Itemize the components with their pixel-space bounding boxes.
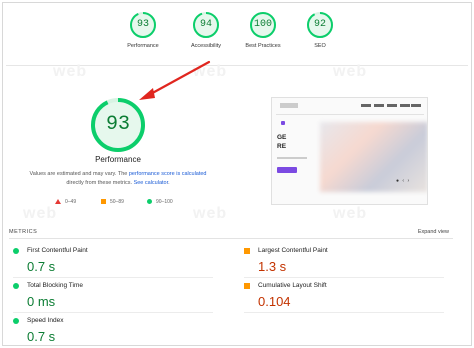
metric-value: 0.7 s [27,259,56,274]
score-performance[interactable]: 93 Performance [113,11,173,49]
legend-average: 50–89 [101,199,124,205]
score-legend: 0–49 50–89 90–100 [55,199,195,207]
page-screenshot-preview: GE RE ● ‹ › [271,97,428,205]
square-icon [101,199,106,205]
legend-label: 0–49 [65,199,77,205]
good-status-icon [13,283,19,289]
preview-heading: RE [277,143,287,150]
watermark: web [333,205,368,222]
score-summary: 93 Performance 94 Accessibility 100 Best… [113,11,363,61]
score-value: 94 [199,19,212,30]
metric-value: 0 ms [27,294,56,309]
preview-nav [361,104,421,108]
score-label: Best Practices [245,43,281,49]
watermark: web [53,63,88,80]
metrics-header: METRICS [9,229,38,235]
note-text: . [168,179,170,186]
pagespeed-report: 93 Performance 94 Accessibility 100 Best… [2,2,472,346]
divider [13,277,213,278]
preview-button [277,167,297,173]
circle-icon [147,199,152,205]
metric-name: Total Blocking Time [27,282,83,289]
see-calculator-link[interactable]: See calculator [134,180,169,186]
score-label: SEO [314,43,326,49]
score-value: 92 [313,19,326,30]
legend-label: 90–100 [156,199,173,205]
metric-value: 1.3 s [258,259,287,274]
note-text: directly from these metrics. [66,179,134,186]
score-seo[interactable]: 92 SEO [290,11,350,49]
divider [244,277,444,278]
preview-text-line [277,157,307,159]
metric-name: Speed Index [27,317,64,324]
performance-score-link[interactable]: performance score is calculated [129,171,207,177]
preview-logo [280,103,298,108]
score-value: 100 [253,19,272,30]
performance-title: Performance [95,155,141,164]
triangle-icon [55,199,61,205]
legend-label: 50–89 [110,199,124,205]
average-status-icon [244,248,250,254]
good-status-icon [13,318,19,324]
score-label: Performance [127,43,159,49]
expand-view-toggle[interactable]: Expand view [418,229,449,235]
watermark: web [333,63,368,80]
score-best-practices[interactable]: 100 Best Practices [233,11,293,49]
preview-heading: GE [277,134,287,141]
annotation-arrow [139,60,211,100]
metric-name: Largest Contentful Paint [258,247,328,254]
preview-divider [276,114,424,115]
metric-name: First Contentful Paint [27,247,88,254]
preview-badge [281,121,285,125]
watermark: web [23,205,58,222]
divider [9,238,453,239]
divider [13,312,213,313]
metric-value: 0.104 [258,294,291,309]
note-text: Values are estimated and may vary. The [29,171,129,177]
score-label: Accessibility [191,43,221,49]
score-accessibility[interactable]: 94 Accessibility [176,11,236,49]
divider [244,312,444,313]
average-status-icon [244,283,250,289]
score-value: 93 [136,19,149,30]
good-status-icon [13,248,19,254]
legend-good: 90–100 [147,199,173,205]
legend-poor: 0–49 [55,199,76,205]
watermark: web [193,205,228,222]
preview-carousel-controls: ● ‹ › [396,178,411,184]
preview-hero-image [320,122,427,192]
score-note: Values are estimated and may vary. The p… [21,170,215,187]
metric-value: 0.7 s [27,329,56,344]
metric-name: Cumulative Layout Shift [258,282,327,289]
